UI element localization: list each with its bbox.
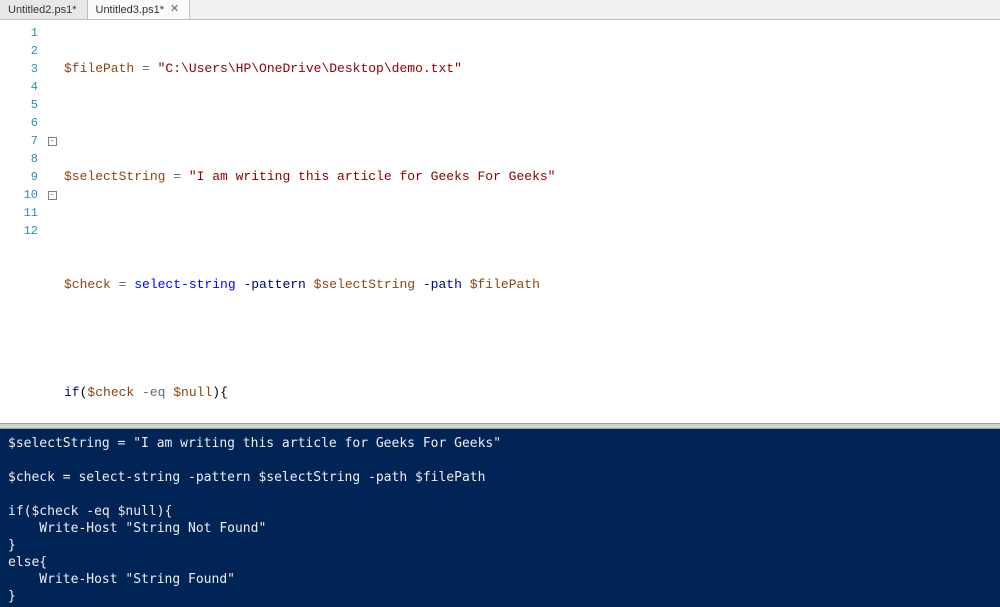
line-number: 12 — [0, 222, 46, 240]
code-area[interactable]: $filePath = "C:\Users\HP\OneDrive\Deskto… — [58, 20, 1000, 423]
line-number: 11 — [0, 204, 46, 222]
line-number: 3 — [0, 60, 46, 78]
code-line: $check = select-string -pattern $selectS… — [64, 276, 1000, 294]
line-number: 2 — [0, 42, 46, 60]
code-line — [64, 114, 1000, 132]
console-line: $selectString = "I am writing this artic… — [8, 436, 501, 451]
line-number-gutter: 1 2 3 4 5 6 7 8 9 10 11 12 — [0, 20, 46, 423]
fold-gutter: − − — [46, 20, 58, 423]
line-number: 9 — [0, 168, 46, 186]
code-editor[interactable]: 1 2 3 4 5 6 7 8 9 10 11 12 − − $filePath… — [0, 20, 1000, 423]
line-number: 6 — [0, 114, 46, 132]
code-line: if($check -eq $null){ — [64, 384, 1000, 402]
code-line — [64, 222, 1000, 240]
fold-minus-icon[interactable]: − — [48, 137, 57, 146]
console-pane[interactable]: $selectString = "I am writing this artic… — [0, 429, 1000, 607]
console-line: else{ — [8, 555, 47, 570]
tab-bar: Untitled2.ps1* Untitled3.ps1* ✕ — [0, 0, 1000, 20]
tab-label: Untitled2.ps1* — [8, 4, 77, 16]
tab-untitled2[interactable]: Untitled2.ps1* — [0, 0, 88, 19]
line-number: 1 — [0, 24, 46, 42]
code-line: $filePath = "C:\Users\HP\OneDrive\Deskto… — [64, 60, 1000, 78]
fold-minus-icon[interactable]: − — [48, 191, 57, 200]
line-number: 8 — [0, 150, 46, 168]
code-line: $selectString = "I am writing this artic… — [64, 168, 1000, 186]
tab-label: Untitled3.ps1* — [96, 4, 165, 16]
line-number: 7 — [0, 132, 46, 150]
code-line — [64, 330, 1000, 348]
console-line: $check = select-string -pattern $selectS… — [8, 470, 485, 485]
line-number: 4 — [0, 78, 46, 96]
line-number: 10 — [0, 186, 46, 204]
tab-untitled3[interactable]: Untitled3.ps1* ✕ — [88, 0, 191, 19]
console-line: Write-Host "String Not Found" — [8, 521, 266, 536]
console-line: Write-Host "String Found" — [8, 572, 235, 587]
console-line: } — [8, 589, 16, 604]
line-number: 5 — [0, 96, 46, 114]
console-line: } — [8, 538, 16, 553]
close-icon[interactable]: ✕ — [170, 4, 179, 15]
console-line: if($check -eq $null){ — [8, 504, 172, 519]
